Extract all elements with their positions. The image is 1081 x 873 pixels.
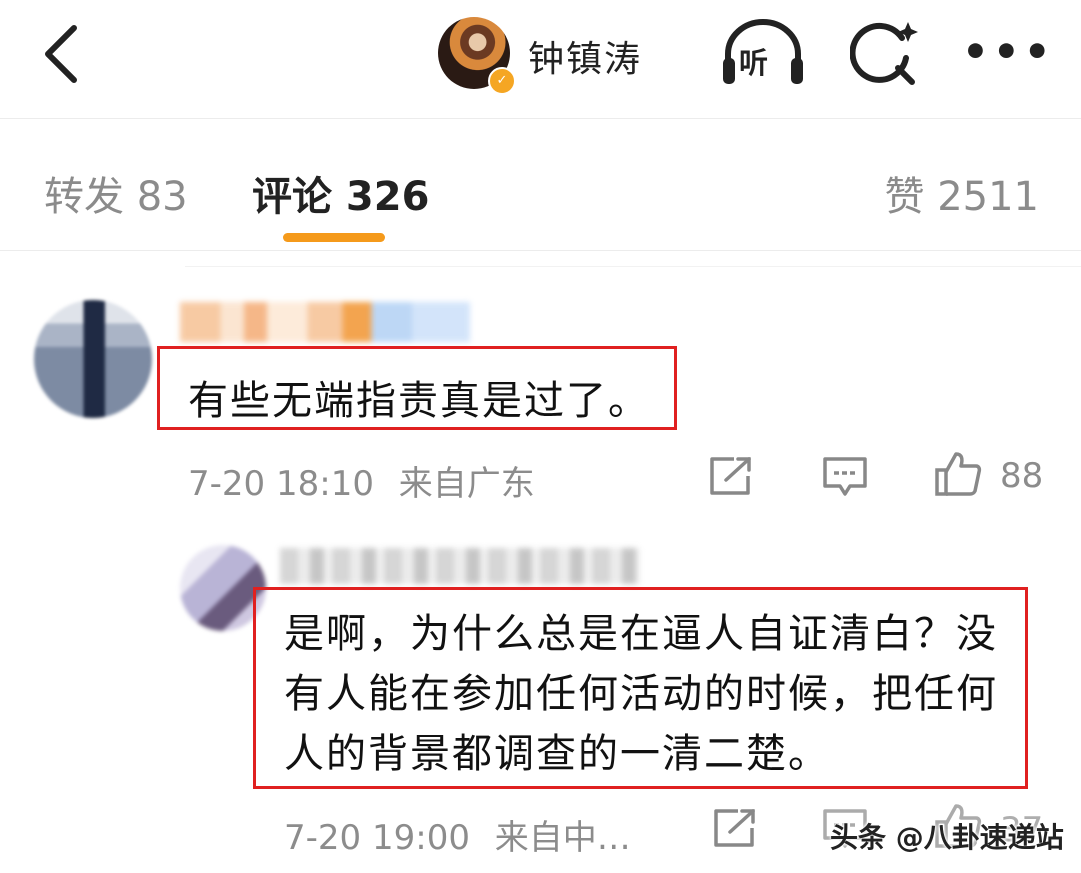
comment-location: 来自广东: [398, 464, 535, 504]
divider: [185, 266, 1081, 267]
comment-text: 有些无端指责真是过了。: [188, 378, 650, 424]
tab-like[interactable]: 赞 2511: [884, 164, 1039, 222]
author-name[interactable]: 钟镇涛: [528, 30, 642, 82]
commenter-name-blurred[interactable]: [280, 548, 640, 584]
back-icon: [45, 25, 77, 83]
comment-location: 来自中…: [494, 818, 631, 858]
like-count: 88: [1000, 456, 1044, 496]
like-button[interactable]: [934, 450, 982, 498]
listen-button[interactable]: 听: [720, 18, 806, 88]
verified-icon: ✓: [488, 67, 516, 95]
share-icon: [710, 457, 751, 495]
comment-meta: 7-20 19:00 来自中…: [284, 810, 631, 859]
comment-text: 是啊，为什么总是在逼人自证清白？没有人能在参加任何活动的时候，把任何人的背景都调…: [284, 611, 998, 777]
commenter-avatar[interactable]: [34, 300, 152, 418]
comment-time: 7-20 19:00: [284, 818, 470, 858]
tab-repost[interactable]: 转发 83: [44, 164, 188, 222]
comment-meta: 7-20 18:10 来自广东: [188, 456, 535, 505]
reply-icon: [823, 457, 867, 496]
comment-time: 7-20 18:10: [188, 464, 374, 504]
like-icon: [935, 452, 982, 496]
more-button[interactable]: •••: [962, 30, 1051, 74]
search-icon: [849, 22, 918, 85]
search-button[interactable]: [849, 16, 920, 88]
share-button[interactable]: [708, 456, 752, 496]
listen-label: 听: [739, 46, 769, 80]
reply-button[interactable]: [822, 456, 868, 498]
more-icon: •••: [962, 27, 1055, 76]
commenter-name-blurred[interactable]: [180, 302, 470, 342]
share-button[interactable]: [712, 808, 756, 848]
back-button[interactable]: [38, 22, 88, 86]
watermark: 头条 @八卦速递站: [830, 821, 1064, 854]
share-icon: [714, 809, 755, 847]
tab-comment[interactable]: 评论 326: [252, 164, 429, 222]
tab-bar: 转发 83 评论 326 赞 2511: [0, 118, 1081, 251]
active-tab-indicator: [283, 233, 385, 242]
